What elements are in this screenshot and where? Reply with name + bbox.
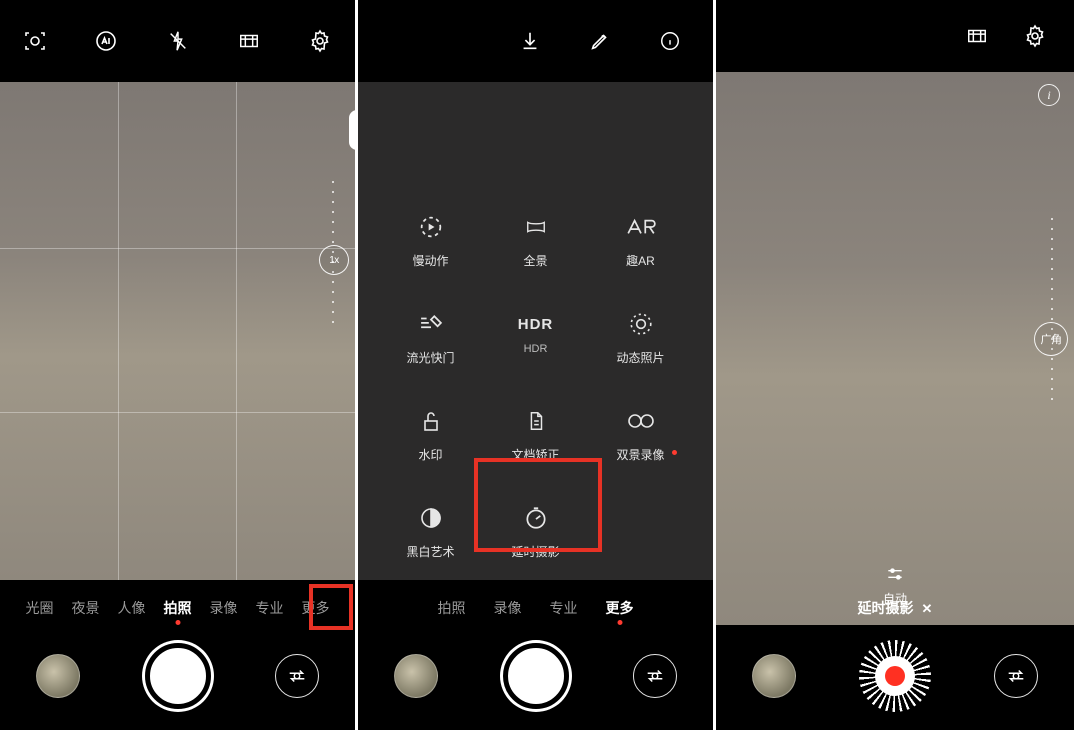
- mode-monochrome[interactable]: 黑白艺术: [378, 503, 483, 560]
- shutter-row: [716, 636, 1074, 716]
- mode-live-photo[interactable]: 动态照片: [588, 309, 693, 366]
- flash-off-icon[interactable]: [165, 28, 191, 54]
- mode-pro[interactable]: 专业: [550, 598, 578, 618]
- mode-strip[interactable]: 拍照 录像 专业 更多: [358, 586, 713, 630]
- label: 趣AR: [626, 252, 655, 269]
- mode-slow-motion[interactable]: 慢动作: [378, 212, 483, 269]
- mode-strip[interactable]: 光圈 夜景 人像 拍照 录像 专业 更多: [0, 586, 355, 630]
- mode-watermark[interactable]: 水印: [378, 406, 483, 463]
- mode-night[interactable]: 夜景: [72, 598, 100, 618]
- sliders-icon: [885, 564, 905, 584]
- mode-document-scan[interactable]: 文档矫正: [483, 406, 588, 463]
- label: HDR: [524, 343, 548, 355]
- mode-hdr[interactable]: HDR HDR: [483, 309, 588, 366]
- zoom-scale[interactable]: [1040, 212, 1064, 412]
- ai-icon[interactable]: [93, 28, 119, 54]
- label: 文档矫正: [511, 446, 559, 463]
- slow-motion-icon: [415, 212, 447, 242]
- label: 水印: [418, 446, 442, 463]
- download-icon[interactable]: [517, 28, 543, 54]
- switch-camera-button[interactable]: [994, 654, 1038, 698]
- settings-icon[interactable]: [1022, 23, 1048, 49]
- mode-aperture[interactable]: 光圈: [26, 598, 54, 618]
- info-icon[interactable]: [657, 28, 683, 54]
- motion-focus-icon[interactable]: [22, 28, 48, 54]
- record-button[interactable]: [862, 643, 928, 709]
- side-handle[interactable]: [349, 110, 357, 150]
- gallery-thumbnail[interactable]: [752, 654, 796, 698]
- edit-icon[interactable]: [587, 28, 613, 54]
- more-modes-grid: 慢动作 全景 趣AR 流光快门 HDR HDR: [378, 212, 693, 560]
- viewfinder[interactable]: [0, 82, 355, 580]
- live-photo-icon: [625, 309, 657, 339]
- time-lapse-icon: [520, 503, 552, 533]
- mode-pro[interactable]: 专业: [256, 598, 284, 618]
- camera-screen-more: 慢动作 全景 趣AR 流光快门 HDR HDR: [358, 0, 716, 730]
- mode-photo[interactable]: 拍照: [438, 598, 466, 618]
- more-modes-panel: 慢动作 全景 趣AR 流光快门 HDR HDR: [358, 82, 713, 580]
- mode-panorama[interactable]: 全景: [483, 212, 588, 269]
- viewfinder[interactable]: i 广角 自动: [716, 72, 1074, 625]
- hdr-icon: HDR: [520, 309, 552, 339]
- switch-camera-button[interactable]: [633, 654, 677, 698]
- label: 延时摄影: [511, 543, 559, 560]
- zoom-wide-badge[interactable]: 广角: [1034, 322, 1068, 356]
- label: 慢动作: [412, 252, 448, 269]
- shutter-button[interactable]: [145, 643, 211, 709]
- label: 流光快门: [406, 349, 454, 366]
- monochrome-icon: [415, 503, 447, 533]
- mode-light-painting[interactable]: 流光快门: [378, 309, 483, 366]
- mode-portrait[interactable]: 人像: [118, 598, 146, 618]
- switch-camera-button[interactable]: [275, 654, 319, 698]
- mode-ar[interactable]: 趣AR: [588, 212, 693, 269]
- mode-video[interactable]: 录像: [494, 598, 522, 618]
- mode-dual-view[interactable]: 双景录像: [588, 406, 693, 463]
- camera-screen-photo: 1x 光圈 夜景 人像 拍照 录像 专业 更多: [0, 0, 358, 730]
- mode-more[interactable]: 更多: [302, 598, 330, 618]
- dual-view-icon: [625, 406, 657, 436]
- gallery-thumbnail[interactable]: [36, 654, 80, 698]
- mode-photo[interactable]: 拍照: [164, 598, 192, 618]
- document-icon: [520, 406, 552, 436]
- panorama-icon: [520, 212, 552, 242]
- mode-more[interactable]: 更多: [606, 598, 634, 618]
- settings-icon[interactable]: [307, 28, 333, 54]
- label: 动态照片: [616, 349, 664, 366]
- new-dot: [672, 450, 677, 455]
- shutter-button[interactable]: [503, 643, 569, 709]
- watermark-icon: [415, 406, 447, 436]
- top-toolbar: [358, 0, 713, 82]
- mode-time-lapse[interactable]: 延时摄影: [483, 503, 588, 560]
- mode-video[interactable]: 录像: [210, 598, 238, 618]
- label: 双景录像: [616, 446, 664, 463]
- top-toolbar: [716, 0, 1074, 72]
- shutter-row: [358, 636, 713, 716]
- light-painting-icon: [415, 309, 447, 339]
- camera-screen-time-lapse: i 广角 自动 延时摄影: [716, 0, 1074, 730]
- aspect-ratio-icon[interactable]: [964, 23, 990, 49]
- label: 黑白艺术: [406, 543, 454, 560]
- label: 全景: [523, 252, 547, 269]
- auto-label: 自动: [883, 592, 907, 606]
- aspect-ratio-icon[interactable]: [236, 28, 262, 54]
- info-icon[interactable]: i: [1038, 84, 1060, 106]
- gallery-thumbnail[interactable]: [394, 654, 438, 698]
- zoom-level-badge[interactable]: 1x: [319, 245, 349, 275]
- ar-icon: [625, 212, 657, 242]
- auto-settings-button[interactable]: 自动: [883, 564, 907, 607]
- shutter-row: [0, 636, 355, 716]
- top-toolbar: [0, 0, 355, 82]
